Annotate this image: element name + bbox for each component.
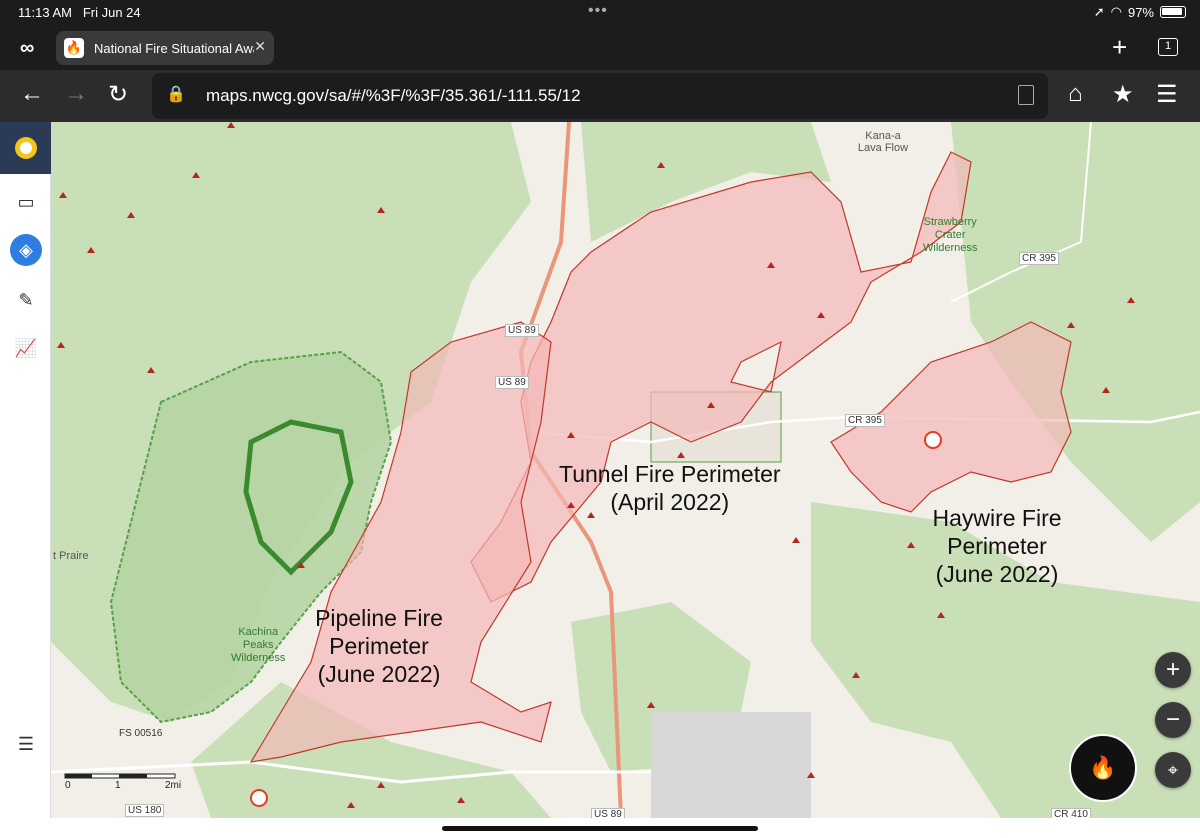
cr410-label: CR 410 (1051, 808, 1091, 818)
battery-percent: 97% (1127, 4, 1154, 20)
app-logo[interactable] (0, 122, 51, 174)
map-sidebar: ▭ ◈ ✎ 📈 ☰ (0, 122, 51, 818)
scale-1: 1 (115, 780, 121, 791)
chart-icon[interactable]: 📈 (10, 332, 42, 364)
map-canvas[interactable]: Tunnel Fire Perimeter (April 2022) Haywi… (51, 122, 1200, 818)
back-icon[interactable]: ← (20, 80, 44, 108)
tab-title: National Fire Situational Awa (94, 40, 254, 56)
us89-label: US 89 (495, 376, 529, 389)
kana-a-label: Kana-a Lava Flow (857, 130, 909, 154)
kachina-peaks-label: Kachina Peaks Wilderness (231, 626, 286, 664)
nifc-logo: 🔥 (1069, 734, 1137, 802)
new-tab-icon[interactable]: + (1112, 32, 1127, 63)
status-right: ➚ ◠ 97% (1094, 4, 1186, 20)
pipeline-fire-icon (250, 789, 268, 807)
status-bar: 11:13 AM Fri Jun 24 ••• ➚ ◠ 97% (0, 0, 1200, 24)
pencil-icon[interactable]: ✎ (10, 284, 42, 316)
bottom-bar (0, 818, 1200, 838)
reload-icon[interactable]: ↻ (108, 80, 128, 109)
home-icon[interactable]: ⌂ (1068, 80, 1083, 108)
gray-area (651, 712, 811, 818)
pipeline-fire-label: Pipeline Fire Perimeter (June 2022) (315, 605, 443, 687)
battery-icon (1160, 6, 1186, 18)
nav-bar: ← → ↻ 🔒 maps.nwcg.gov/sa/#/%3F/%3F/35.36… (0, 70, 1200, 122)
us89-label: US 89 (505, 324, 539, 337)
menu-icon[interactable]: ☰ (1156, 80, 1178, 109)
close-tab-icon[interactable]: ✕ (254, 38, 266, 55)
haywire-fire-label: Haywire Fire Perimeter (June 2022) (932, 505, 1062, 587)
wifi-icon: ◠ (1110, 4, 1122, 19)
zoom-out-button[interactable]: − (1155, 702, 1191, 738)
scale-0: 0 (65, 780, 71, 791)
forward-icon[interactable]: → (64, 80, 88, 108)
reader-mode-icon[interactable] (1018, 85, 1034, 105)
status-time: 11:13 AM Fri Jun 24 (18, 5, 141, 20)
strawberry-crater-label: Strawberry Crater Wilderness (923, 216, 978, 254)
layers-icon[interactable]: ◈ (10, 234, 42, 266)
home-indicator[interactable] (442, 826, 758, 831)
haywire-fire-icon (924, 431, 942, 449)
us89-label: US 89 (591, 808, 625, 818)
location-icon: ➚ (1093, 4, 1105, 19)
logo-icon (14, 137, 37, 159)
lock-icon: 🔒 (166, 86, 186, 103)
cr395-label: CR 395 (845, 414, 885, 427)
crosshair-icon[interactable]: ⌖ (1155, 752, 1191, 788)
private-mode-icon[interactable]: ∞ (20, 37, 34, 60)
multitask-dots-icon[interactable]: ••• (588, 2, 608, 20)
cr395-label: CR 395 (1019, 252, 1059, 265)
presentation-icon[interactable]: ▭ (10, 186, 42, 218)
bookmark-star-icon[interactable]: ★ (1112, 80, 1134, 109)
fs-road-label: FS 00516 (119, 728, 163, 739)
tunnel-fire-label: Tunnel Fire Perimeter (April 2022) (559, 461, 781, 515)
zoom-in-button[interactable]: + (1155, 652, 1191, 688)
tab-count-button[interactable]: 1 (1158, 38, 1178, 56)
tab-bar: ∞ 🔥 National Fire Situational Awa ✕ + 1 (0, 24, 1200, 70)
prairie-label: t Praire (53, 550, 89, 562)
address-bar[interactable]: 🔒 maps.nwcg.gov/sa/#/%3F/%3F/35.361/-111… (152, 73, 1048, 119)
flame-favicon-icon: 🔥 (64, 38, 84, 58)
scale-2: 2mi (165, 780, 182, 791)
url-text: maps.nwcg.gov/sa/#/%3F/%3F/35.361/-111.5… (206, 86, 581, 105)
us180-label: US 180 (125, 804, 165, 817)
scale-bar-graphic (64, 773, 176, 779)
list-icon[interactable]: ☰ (10, 728, 42, 760)
browser-tab[interactable]: 🔥 National Fire Situational Awa ✕ (56, 31, 274, 65)
